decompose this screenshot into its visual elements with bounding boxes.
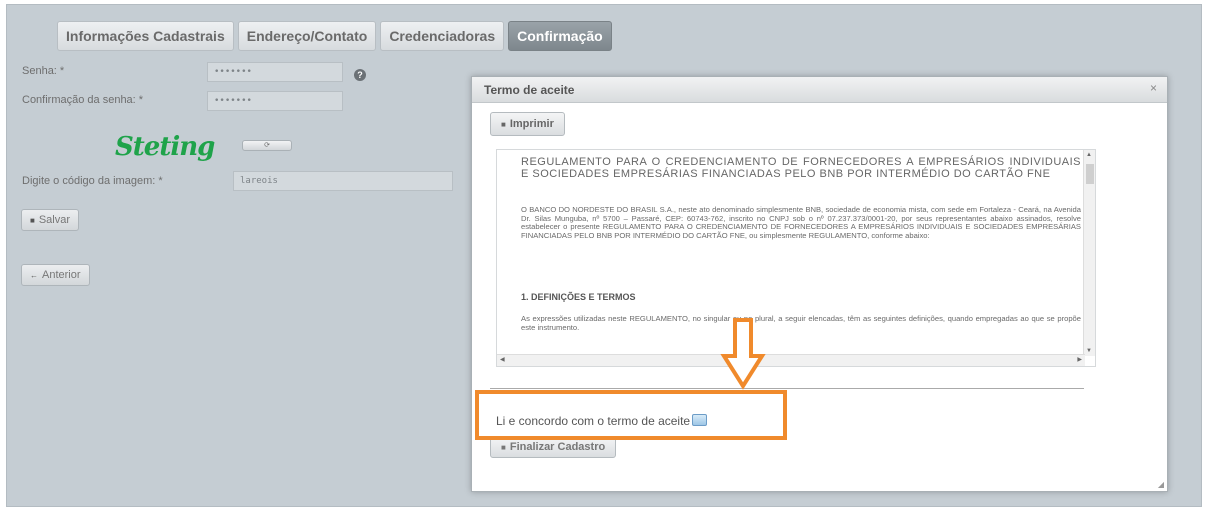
arrow-left-icon: ←	[30, 271, 38, 280]
print-button[interactable]: ■ Imprimir	[490, 112, 565, 136]
finish-button-label: Finalizar Cadastro	[509, 441, 606, 453]
confirm-password-field[interactable]: •••••••	[207, 91, 343, 111]
terms-paragraph: O BANCO DO NORDESTE DO BRASIL S.A., nest…	[521, 205, 1081, 240]
print-icon: ■	[501, 120, 506, 129]
dialog-title: Termo de aceite	[484, 83, 575, 97]
scroll-up-icon[interactable]: ▲	[1086, 152, 1092, 158]
password-field[interactable]: •••••••	[207, 62, 343, 82]
close-icon[interactable]: ×	[1150, 81, 1157, 95]
horizontal-scrollbar[interactable]: ◀ ▶	[497, 354, 1085, 366]
captcha-code-label: Digite o código da imagem: *	[22, 175, 163, 187]
scroll-left-icon[interactable]: ◀	[500, 356, 505, 363]
captcha-image: Steting	[115, 132, 215, 162]
annotation-arrow-icon	[720, 318, 766, 390]
save-button-label: Salvar	[38, 214, 71, 226]
vertical-scrollbar[interactable]: ▲ ▼	[1083, 150, 1095, 356]
dialog-divider	[490, 388, 1084, 389]
tab-informacoes-cadastrais[interactable]: Informações Cadastrais	[57, 21, 234, 51]
terms-section-paragraph: As expressões utilizadas neste REGULAMEN…	[521, 314, 1081, 332]
refresh-captcha-button[interactable]: ⟳	[242, 140, 292, 151]
save-icon: ■	[30, 216, 35, 225]
print-button-label: Imprimir	[509, 118, 554, 130]
confirm-password-label: Confirmação da senha: *	[22, 94, 144, 106]
tab-credenciadoras[interactable]: Credenciadoras	[380, 21, 505, 51]
refresh-icon: ⟳	[264, 142, 270, 149]
scroll-down-icon[interactable]: ▼	[1086, 348, 1092, 354]
wizard-tabs: Informações Cadastrais Endereço/Contato …	[57, 21, 612, 51]
back-button[interactable]: ← Anterior	[21, 264, 90, 286]
back-button-label: Anterior	[42, 269, 81, 281]
save-button[interactable]: ■ Salvar	[21, 209, 80, 231]
vertical-scroll-thumb[interactable]	[1086, 164, 1094, 184]
terms-document[interactable]: REGULAMENTO PARA O CREDENCIAMENTO DE FOR…	[496, 149, 1096, 367]
help-icon[interactable]: ?	[354, 69, 366, 81]
terms-section-heading: 1. DEFINIÇÕES E TERMOS	[521, 292, 636, 302]
annotation-highlight-box	[475, 390, 787, 440]
terms-heading: REGULAMENTO PARA O CREDENCIAMENTO DE FOR…	[521, 156, 1081, 180]
dialog-titlebar: Termo de aceite ×	[472, 77, 1167, 103]
tab-endereco-contato[interactable]: Endereço/Contato	[237, 21, 377, 51]
captcha-code-field[interactable]: lareois	[233, 171, 453, 191]
finish-icon: ■	[501, 443, 506, 452]
tab-confirmacao[interactable]: Confirmação	[508, 21, 612, 51]
scroll-right-icon[interactable]: ▶	[1077, 356, 1082, 363]
password-label: Senha: *	[22, 65, 65, 77]
resize-grip-icon[interactable]: ◢	[1158, 480, 1164, 489]
